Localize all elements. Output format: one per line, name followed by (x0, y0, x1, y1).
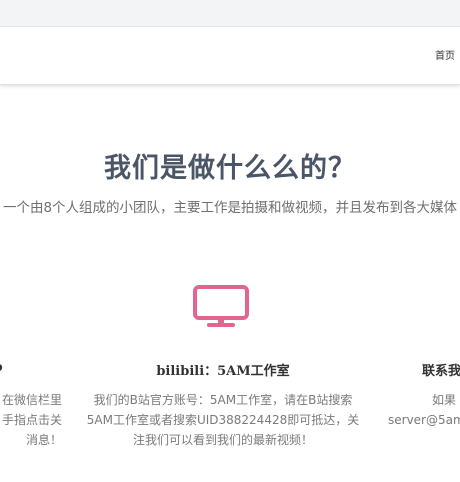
contact-column-title: 联系我 (422, 364, 460, 379)
bilibili-text-line: 我们的B站官方账号：5AM工作室，请在B站搜索 (93, 393, 353, 407)
section-title: 我们是做什么么的？ (104, 153, 356, 184)
bilibili-text-line: 5AM工作室或者搜索UID388224428即可抵达，关 (86, 413, 360, 427)
nav-home-link[interactable]: 首页 (435, 47, 455, 62)
contact-text-line: 如果 (432, 393, 457, 407)
tv-icon (193, 285, 249, 327)
section-description: 一个由8个人组成的小团队，主要工作是拍摄和做视频，并且发布到各大媒体 (2, 200, 458, 216)
about-section: 我们是做什么么的？ 一个由8个人组成的小团队，主要工作是拍摄和做视频，并且发布到… (0, 84, 460, 482)
contact-column-text: 如果 server@5am (388, 390, 460, 430)
bilibili-column-title: bilibili：5AM工作室 (156, 364, 290, 379)
contact-text-line: server@5am (388, 413, 460, 427)
top-navbar: 首页 (0, 26, 460, 85)
bilibili-column-text: 我们的B站官方账号：5AM工作室，请在B站搜索 5AM工作室或者搜索UID388… (80, 390, 366, 450)
browser-top-strip (0, 0, 460, 26)
wechat-text-line: 手指点击关 (1, 413, 62, 427)
wechat-text-line: 消息！ (25, 433, 62, 447)
wechat-column-text: 在微信栏里 手指点击关 消息！ (0, 390, 62, 450)
bilibili-text-line: 注我们可以看到我们的最新视频！ (132, 433, 313, 447)
wechat-text-line: 在微信栏里 (1, 393, 62, 407)
